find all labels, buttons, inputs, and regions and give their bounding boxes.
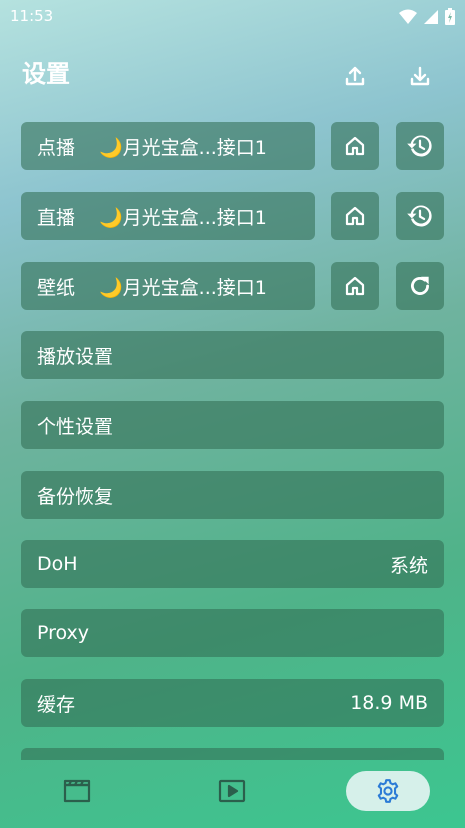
status-bar: 11:53	[0, 0, 465, 32]
vod-source-row[interactable]: 点播 🌙月光宝盒...接口1	[21, 122, 315, 170]
signal-icon	[424, 9, 438, 24]
clapperboard-icon	[63, 779, 91, 803]
vod-label: 点播	[37, 136, 76, 159]
personalization-settings-label: 个性设置	[37, 415, 114, 438]
doh-row[interactable]: DoH 系统	[21, 540, 444, 588]
battery-icon	[445, 8, 455, 25]
wallpaper-home-button[interactable]	[331, 262, 379, 310]
home-icon	[345, 136, 365, 156]
playback-settings-label: 播放设置	[37, 345, 114, 368]
cache-row[interactable]: 缓存 18.9 MB	[21, 679, 444, 727]
next-settings-row[interactable]	[21, 748, 444, 760]
personalization-settings-row[interactable]: 个性设置	[21, 401, 444, 449]
proxy-label: Proxy	[37, 622, 90, 644]
backup-restore-label: 备份恢复	[37, 485, 114, 508]
wallpaper-label: 壁纸	[37, 276, 76, 299]
gear-icon	[377, 779, 399, 803]
wallpaper-source-value: 🌙月光宝盒...接口1	[99, 276, 267, 299]
cache-label: 缓存	[37, 693, 76, 716]
home-icon	[345, 276, 365, 296]
vod-home-button[interactable]	[331, 122, 379, 170]
history-icon	[407, 135, 432, 157]
upload-button[interactable]	[339, 60, 371, 92]
wifi-icon	[399, 9, 417, 24]
live-history-button[interactable]	[396, 192, 444, 240]
bottom-nav	[0, 760, 465, 828]
vod-source-value: 🌙月光宝盒...接口1	[99, 136, 267, 159]
download-icon	[410, 66, 430, 86]
upload-icon	[345, 66, 365, 86]
doh-value: 系统	[389, 554, 428, 577]
play-box-icon	[218, 779, 246, 803]
wallpaper-refresh-button[interactable]	[396, 262, 444, 310]
backup-restore-row[interactable]: 备份恢复	[21, 471, 444, 519]
proxy-row[interactable]: Proxy	[21, 609, 444, 657]
status-time: 11:53	[10, 7, 54, 25]
cache-value: 18.9 MB	[350, 692, 428, 714]
playback-settings-row[interactable]: 播放设置	[21, 331, 444, 379]
live-home-button[interactable]	[331, 192, 379, 240]
nav-vod-tab[interactable]	[57, 771, 97, 811]
nav-settings-tab[interactable]	[346, 771, 430, 811]
doh-label: DoH	[37, 553, 78, 575]
wallpaper-source-row[interactable]: 壁纸 🌙月光宝盒...接口1	[21, 262, 315, 310]
history-icon	[407, 205, 432, 227]
refresh-icon	[411, 276, 429, 295]
download-button[interactable]	[404, 60, 436, 92]
nav-live-tab[interactable]	[212, 771, 252, 811]
live-label: 直播	[37, 206, 76, 229]
page-title: 设置	[22, 60, 70, 88]
home-icon	[345, 206, 365, 226]
live-source-row[interactable]: 直播 🌙月光宝盒...接口1	[21, 192, 315, 240]
live-source-value: 🌙月光宝盒...接口1	[99, 206, 267, 229]
vod-history-button[interactable]	[396, 122, 444, 170]
